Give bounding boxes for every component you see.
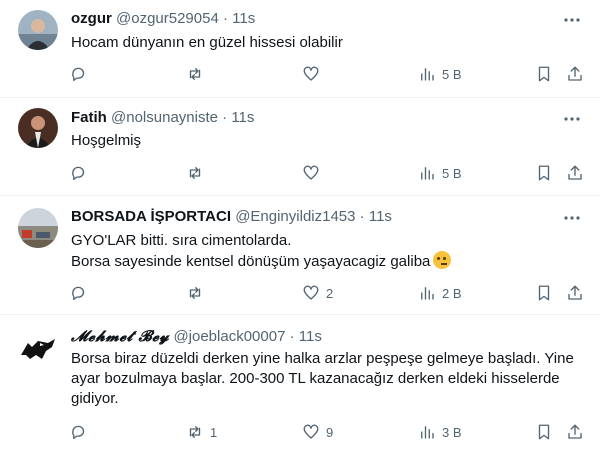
tweet-text: Hocam dünyanın en güzel hissesi olabilir — [71, 33, 576, 53]
views-count: 2 B — [442, 285, 462, 301]
views-count: 5 B — [442, 165, 462, 181]
separator: · — [222, 10, 228, 27]
user-handle[interactable]: @Enginyildiz1453 — [235, 208, 355, 225]
tweet-text: Hoşgelmiş — [71, 131, 576, 151]
like-button[interactable]: 9 — [302, 421, 333, 443]
tweet-line: GYO'LAR bitti. sıra cimentolarda. — [71, 232, 292, 249]
like-button[interactable] — [302, 63, 326, 85]
reply-button[interactable] — [70, 162, 94, 184]
analytics-icon — [421, 68, 434, 81]
like-count: 9 — [326, 424, 334, 440]
retweet-icon — [189, 167, 201, 179]
bookmark-button[interactable] — [535, 162, 553, 184]
heart-icon — [303, 285, 319, 300]
views-count: 3 B — [442, 424, 462, 440]
reply-button[interactable] — [70, 63, 94, 85]
tweet-line: Hocam dünyanın en güzel hissesi olabilir — [71, 34, 343, 51]
tweet-line: Hoşgelmiş — [71, 132, 142, 149]
tweet-text: Borsa biraz düzeldi derken yine halka ar… — [71, 349, 576, 409]
more-icon[interactable] — [562, 208, 582, 228]
avatar[interactable] — [18, 10, 58, 50]
user-handle[interactable]: @ozgur529054 — [116, 10, 219, 27]
bookmark-button[interactable] — [535, 63, 553, 85]
retweet-button[interactable] — [186, 282, 210, 304]
reply-icon — [72, 166, 85, 181]
like-button[interactable] — [302, 162, 326, 184]
separator: · — [359, 208, 365, 225]
user-handle[interactable]: @nolsunayniste — [111, 109, 218, 126]
timestamp[interactable]: 11s — [299, 328, 322, 345]
tweet[interactable]: Fatih @nolsunayniste · 11s Hoşgelmiş 5 B — [0, 98, 600, 196]
action-bar: 2 2 B — [64, 282, 594, 304]
retweet-icon — [189, 287, 201, 299]
share-icon — [568, 424, 582, 439]
action-bar: 5 B — [64, 162, 594, 184]
reply-icon — [72, 286, 85, 301]
user-handle[interactable]: @joeblack00007 — [173, 328, 285, 345]
thinking-face-emoji-icon — [433, 251, 452, 269]
display-name[interactable]: BORSADA İŞPORTACI — [71, 208, 231, 225]
tweet-line: ayar bozulmaya başlar. 200-300 TL kazana… — [71, 370, 560, 387]
views-button[interactable]: 5 B — [418, 63, 462, 85]
share-icon — [568, 66, 582, 81]
reply-icon — [72, 67, 85, 82]
timestamp[interactable]: 11s — [232, 10, 255, 27]
share-button[interactable] — [566, 282, 584, 304]
tweet-text: GYO'LAR bitti. sıra cimentolarda. Borsa … — [71, 231, 576, 272]
more-icon[interactable] — [562, 10, 582, 30]
reply-button[interactable] — [70, 421, 94, 443]
retweet-icon — [189, 68, 201, 80]
retweet-count: 1 — [210, 424, 218, 440]
heart-icon — [303, 424, 319, 439]
more-icon[interactable] — [562, 109, 582, 129]
separator: · — [289, 328, 295, 345]
views-button[interactable]: 5 B — [418, 162, 462, 184]
avatar[interactable] — [18, 108, 58, 148]
share-button[interactable] — [566, 63, 584, 85]
display-name[interactable]: Fatih — [71, 109, 107, 126]
retweet-button[interactable]: 1 — [186, 421, 217, 443]
display-name[interactable]: ozgur — [71, 10, 112, 27]
share-button[interactable] — [566, 421, 584, 443]
bookmark-button[interactable] — [535, 421, 553, 443]
analytics-icon — [421, 167, 434, 180]
views-count: 5 B — [442, 66, 462, 82]
reply-icon — [72, 425, 85, 440]
timestamp[interactable]: 11s — [369, 208, 392, 225]
bookmark-icon — [538, 285, 550, 301]
bookmark-button[interactable] — [535, 282, 553, 304]
tweet[interactable]: BORSADA İŞPORTACI @Enginyildiz1453 · 11s… — [0, 196, 600, 315]
share-icon — [568, 285, 582, 300]
heart-icon — [303, 66, 319, 81]
tweet-line: Borsa biraz düzeldi derken yine halka ar… — [71, 350, 574, 367]
bookmark-icon — [538, 424, 550, 440]
avatar[interactable] — [18, 208, 58, 248]
like-button[interactable]: 2 — [302, 282, 333, 304]
bookmark-icon — [538, 66, 550, 82]
avatar[interactable] — [18, 329, 58, 369]
views-button[interactable]: 3 B — [418, 421, 462, 443]
like-count: 2 — [326, 285, 334, 301]
share-button[interactable] — [566, 162, 584, 184]
share-icon — [568, 165, 582, 180]
retweet-button[interactable] — [186, 63, 210, 85]
tweet-line: gidiyor. — [71, 390, 119, 407]
separator: · — [222, 109, 228, 126]
action-bar: 5 B — [64, 63, 594, 85]
reply-button[interactable] — [70, 282, 94, 304]
analytics-icon — [421, 426, 434, 439]
tweet-line: Borsa sayesinde kentsel dönüşüm yaşayaca… — [71, 253, 431, 270]
tweet[interactable]: ozgur @ozgur529054 · 11s Hocam dünyanın … — [0, 0, 600, 98]
bookmark-icon — [538, 165, 550, 181]
views-button[interactable]: 2 B — [418, 282, 462, 304]
tweet[interactable]: 𝓜𝓮𝓱𝓶𝓮𝓽 𝓑𝓮𝔂 @joeblack00007 · 11s Borsa bi… — [0, 315, 600, 454]
retweet-icon — [189, 426, 201, 438]
retweet-button[interactable] — [186, 162, 210, 184]
timestamp[interactable]: 11s — [231, 109, 254, 126]
heart-icon — [303, 165, 319, 180]
action-bar: 1 9 3 B — [64, 421, 594, 443]
display-name[interactable]: 𝓜𝓮𝓱𝓶𝓮𝓽 𝓑𝓮𝔂 — [71, 327, 169, 345]
analytics-icon — [421, 287, 434, 300]
